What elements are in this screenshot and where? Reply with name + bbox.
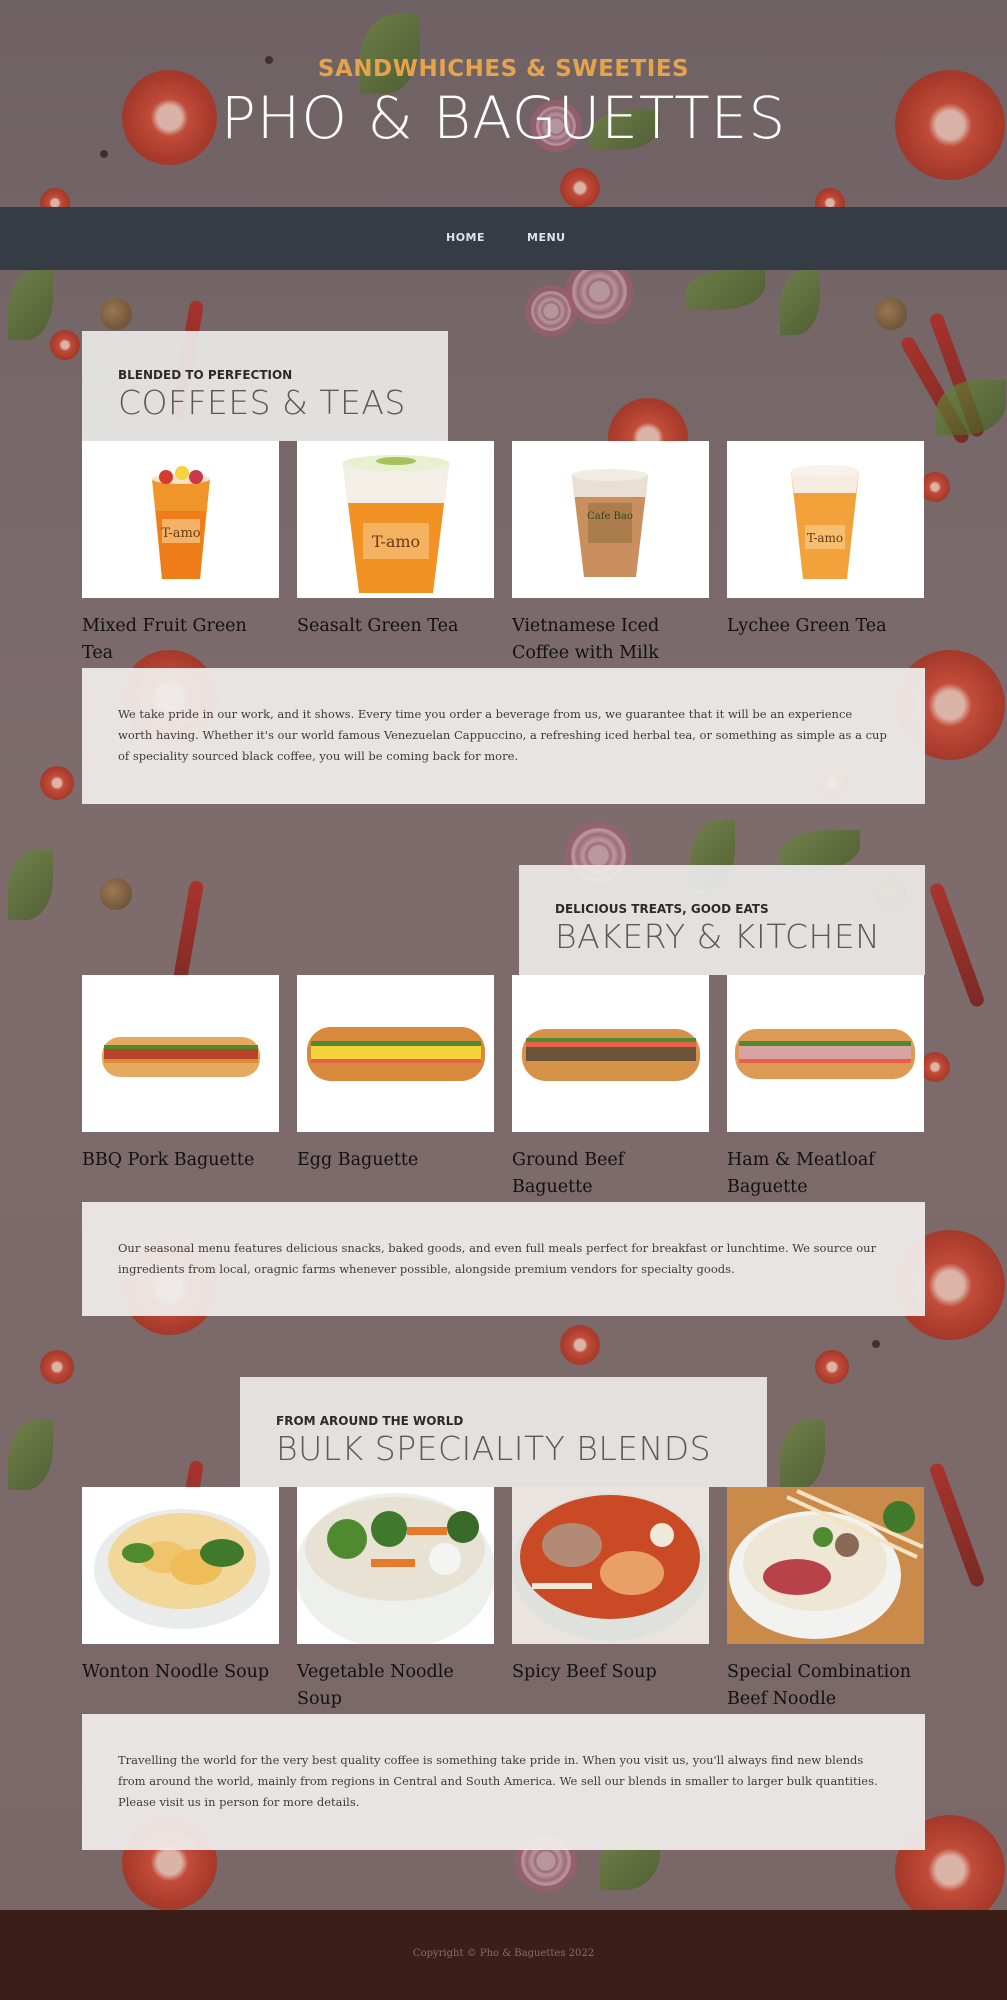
section-description: Travelling the world for the very best q… — [118, 1753, 878, 1809]
product-image-seasalt-green-tea[interactable]: T-amo — [297, 441, 494, 598]
product-name: Vietnamese Iced Coffee with Milk — [512, 616, 660, 663]
section-title: BAKERY & KITCHEN — [555, 917, 881, 956]
section-description: Our seasonal menu features delicious sna… — [118, 1241, 877, 1276]
product-image-special-combination-beef-noodle[interactable] — [727, 1487, 924, 1644]
product-name: Spicy Beef Soup — [512, 1662, 657, 1682]
section-heading-coffees: BLENDED TO PERFECTION COFFEES & TEAS — [82, 331, 448, 441]
cup-logo-text: T-amo — [807, 531, 843, 545]
nav-menu-link[interactable]: MENU — [527, 231, 566, 244]
section-description-box: Travelling the world for the very best q… — [82, 1714, 925, 1850]
nav-home-link[interactable]: HOME — [446, 231, 485, 244]
main-navbar: HOME MENU — [0, 207, 1007, 270]
cup-logo-text: T-amo — [372, 532, 420, 551]
product-name: Mixed Fruit Green Tea — [82, 616, 247, 663]
product-image-ground-beef-baguette[interactable] — [512, 975, 709, 1132]
cup-logo-text: T-amo — [161, 526, 200, 541]
section-description-box: We take pride in our work, and it shows.… — [82, 668, 925, 804]
section-description-box: Our seasonal menu features delicious sna… — [82, 1202, 925, 1316]
product-name: Special Combination Beef Noodle — [727, 1662, 911, 1709]
header-subtitle: SANDWHICHES & SWEETIES — [317, 56, 690, 82]
product-image-mixed-fruit-green-tea[interactable]: T-amo — [82, 441, 279, 598]
footer: Copyright © Pho & Baguettes 2022 — [0, 1910, 1007, 2000]
site-title[interactable]: PHO & BAGUETTES — [0, 84, 1007, 152]
product-name: Ham & Meatloaf Baguette — [727, 1150, 875, 1197]
section-subheading: BLENDED TO PERFECTION — [118, 368, 293, 382]
cup-logo-text: Cafe Bao — [587, 511, 633, 522]
product-image-wonton-noodle-soup[interactable] — [82, 1487, 279, 1644]
product-name: Wonton Noodle Soup — [82, 1662, 270, 1682]
product-image-vietnamese-iced-coffee[interactable]: Cafe Bao — [512, 441, 709, 598]
section-description: We take pride in our work, and it shows.… — [118, 707, 887, 763]
product-image-spicy-beef-soup[interactable] — [512, 1487, 709, 1644]
product-name: Egg Baguette — [297, 1150, 419, 1170]
product-name: Seasalt Green Tea — [297, 616, 459, 636]
product-name: Vegetable Noodle Soup — [297, 1662, 454, 1709]
section-subheading: DELICIOUS TREATS, GOOD EATS — [555, 902, 769, 916]
product-image-vegetable-noodle-soup[interactable] — [297, 1487, 494, 1644]
section-subheading: FROM AROUND THE WORLD — [276, 1414, 464, 1428]
product-image-lychee-green-tea[interactable]: T-amo — [727, 441, 924, 598]
product-name: BBQ Pork Baguette — [82, 1150, 255, 1170]
section-title: COFFEES & TEAS — [118, 383, 406, 422]
product-image-egg-baguette[interactable] — [297, 975, 494, 1132]
product-image-ham-meatloaf-baguette[interactable] — [727, 975, 924, 1132]
copyright-text: Copyright © Pho & Baguettes 2022 — [412, 1948, 595, 1959]
product-name: Lychee Green Tea — [727, 616, 887, 636]
section-title: BULK SPECIALITY BLENDS — [276, 1429, 712, 1468]
product-name: Ground Beef Baguette — [512, 1150, 625, 1197]
section-heading-bulk-blends: FROM AROUND THE WORLD BULK SPECIALITY BL… — [240, 1377, 767, 1487]
section-heading-bakery: DELICIOUS TREATS, GOOD EATS BAKERY & KIT… — [519, 865, 925, 975]
product-image-bbq-pork-baguette[interactable] — [82, 975, 279, 1132]
